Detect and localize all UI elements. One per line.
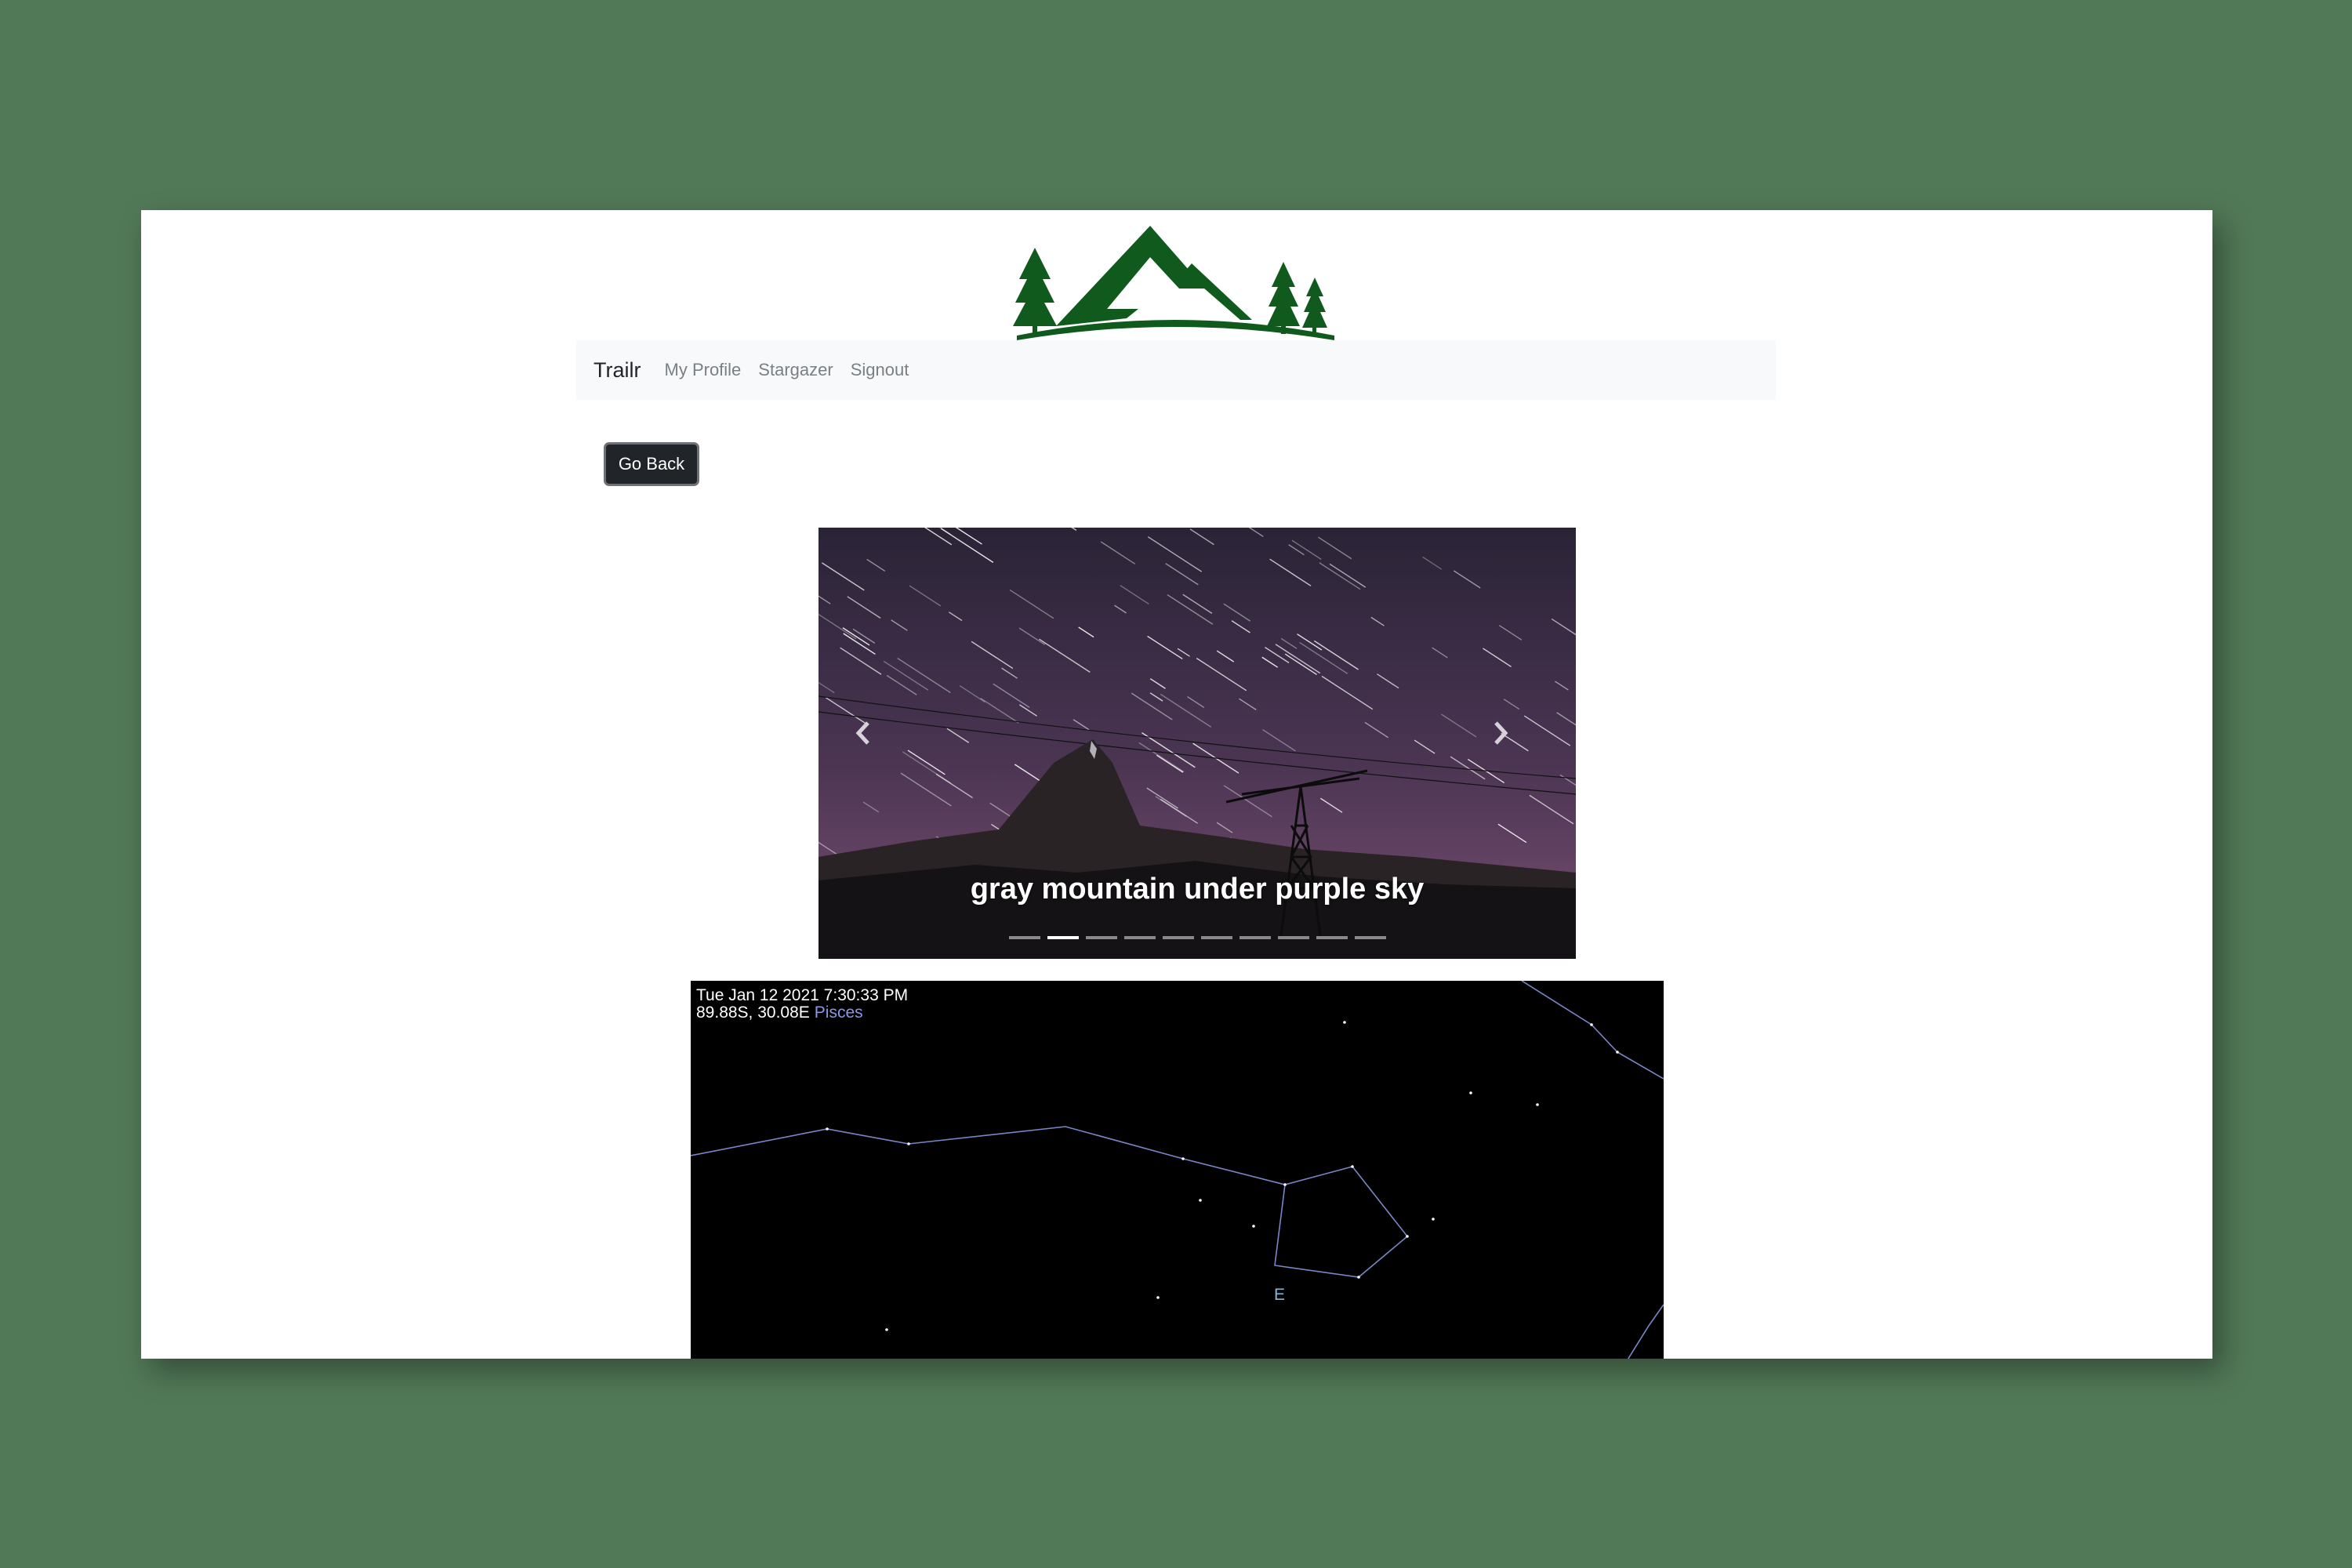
sky-map[interactable]: Tue Jan 12 2021 7:30:33 PM 89.88S, 30.08… (691, 981, 1664, 1359)
carousel-indicator[interactable] (1200, 936, 1232, 939)
carousel-indicator[interactable] (1162, 936, 1194, 939)
carousel-indicator[interactable] (1316, 936, 1348, 939)
carousel-indicator[interactable] (1277, 936, 1309, 939)
carousel-caption: gray mountain under purple sky (970, 873, 1425, 906)
navbar-brand[interactable]: Trailr (593, 358, 641, 383)
carousel-indicator[interactable] (1239, 936, 1271, 939)
go-back-button[interactable]: Go Back (604, 442, 699, 486)
carousel-indicator[interactable] (1047, 936, 1079, 939)
chevron-left-icon (855, 721, 869, 745)
carousel-indicator[interactable] (1123, 936, 1156, 939)
carousel-next-button[interactable] (1491, 720, 1538, 767)
carousel-prev-button[interactable] (854, 720, 901, 767)
sky-map-canvas[interactable] (691, 981, 1664, 1359)
navbar: Trailr My Profile Stargazer Signout (576, 340, 1776, 400)
nav-link-signout[interactable]: Signout (851, 360, 909, 380)
sky-datetime: Tue Jan 12 2021 7:30:33 PM (696, 986, 909, 1004)
image-carousel: gray mountain under purple sky (818, 528, 1576, 959)
sky-coordinates: 89.88S, 30.08E Pisces (696, 1004, 863, 1022)
carousel-indicator[interactable] (1354, 936, 1386, 939)
carousel-indicator[interactable] (1008, 936, 1040, 939)
nav-link-stargazer[interactable]: Stargazer (758, 360, 833, 380)
sky-coordinates-value: 89.88S, 30.08E (696, 1004, 810, 1022)
browser-window: Trailr My Profile Stargazer Signout Go B… (141, 210, 2212, 1359)
chevron-right-icon (1494, 721, 1508, 745)
carousel-indicator[interactable] (1085, 936, 1117, 939)
mountain-logo-icon (1013, 216, 1334, 342)
constellation-label: Pisces (814, 1004, 863, 1022)
nav-link-my-profile[interactable]: My Profile (665, 360, 742, 380)
carousel-indicators (818, 936, 1576, 939)
compass-direction: E (1274, 1286, 1286, 1304)
